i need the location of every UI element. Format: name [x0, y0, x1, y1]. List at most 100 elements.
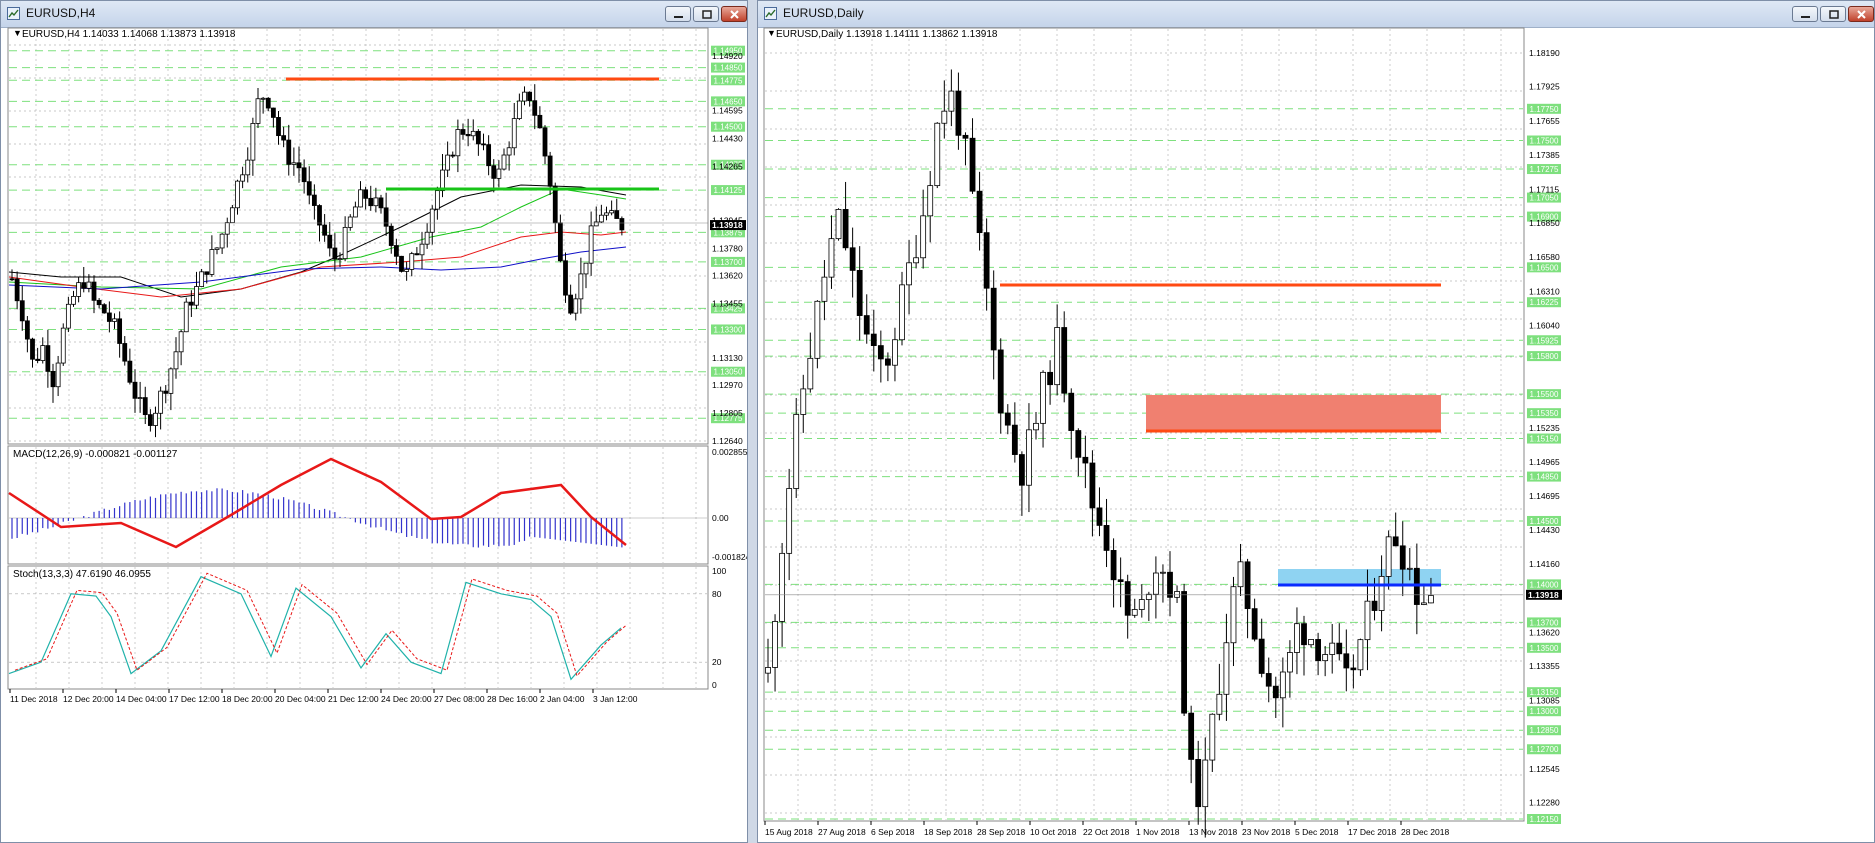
- price-scale-label: 1.14160: [1529, 559, 1560, 569]
- h4-chart-canvas[interactable]: 1.149501.148501.147751.146501.145001.142…: [1, 27, 748, 843]
- price-scale-label: 1.13355: [1529, 661, 1560, 671]
- price-scale-label: 1.14695: [1529, 491, 1560, 501]
- candlestick: [1096, 507, 1103, 526]
- candlestick: [1209, 713, 1216, 761]
- candlestick: [14, 278, 20, 302]
- candlestick: [568, 294, 574, 314]
- candlestick: [800, 388, 807, 415]
- candlestick: [163, 390, 169, 394]
- candlestick: [920, 215, 927, 259]
- candlestick: [583, 262, 589, 275]
- level-tag-label: 1.12850: [1530, 726, 1559, 735]
- price-scale-label: 1.12545: [1529, 764, 1560, 774]
- candlestick: [291, 162, 297, 165]
- chart-window-icon: [7, 7, 20, 20]
- stoch-scale-label: 20: [712, 657, 722, 667]
- candlestick: [962, 134, 969, 139]
- macd-pane[interactable]: [7, 445, 709, 565]
- candlestick: [835, 209, 842, 240]
- candlestick: [106, 312, 112, 322]
- candlestick: [1428, 595, 1434, 604]
- maximize-button[interactable]: [1820, 6, 1846, 22]
- candlestick: [378, 197, 384, 209]
- candlestick: [50, 371, 56, 388]
- candlestick: [434, 190, 440, 210]
- time-axis-label: 21 Dec 12:00: [328, 694, 379, 704]
- candlestick: [547, 155, 553, 187]
- candlestick: [906, 262, 912, 286]
- minimize-button[interactable]: [1792, 6, 1818, 22]
- candlestick: [281, 135, 287, 141]
- header-arrow-icon[interactable]: ▼: [767, 28, 776, 38]
- candlestick: [276, 117, 281, 137]
- price-scale-label: 1.13620: [712, 270, 743, 280]
- candlestick: [9, 278, 15, 281]
- time-axis-label: 17 Dec 12:00: [169, 694, 220, 704]
- candlestick: [1392, 536, 1399, 547]
- price-scale-label: 1.16310: [1529, 286, 1560, 296]
- candlestick: [358, 189, 363, 208]
- candlestick: [465, 133, 471, 137]
- candlestick: [1294, 623, 1300, 653]
- price-scale-label: 1.14595: [712, 106, 743, 116]
- price-scale-label: 1.13085: [1529, 695, 1560, 705]
- candlestick: [311, 194, 317, 206]
- candlestick: [522, 91, 527, 102]
- resistance-zone[interactable]: [1146, 395, 1441, 431]
- window-titlebar[interactable]: EURUSD,H4: [1, 1, 747, 28]
- minimize-button[interactable]: [665, 6, 691, 22]
- candlestick: [573, 298, 579, 314]
- candlestick: [76, 282, 82, 297]
- candlestick: [250, 123, 256, 161]
- chart-window-eurusd-daily[interactable]: EURUSD,Daily 1.17750 1.17500 1.17275 1.1705…: [757, 0, 1875, 843]
- candlestick: [270, 107, 276, 118]
- level-tag-label: 1.13000: [1530, 707, 1559, 716]
- level-tag-label: 1.13300: [714, 325, 743, 334]
- candlestick: [373, 197, 379, 207]
- candlestick: [828, 238, 835, 278]
- close-icon: [730, 10, 739, 19]
- header-arrow-icon[interactable]: ▼: [13, 28, 22, 38]
- candlestick: [286, 139, 292, 165]
- price-scale-label: 1.13455: [712, 298, 743, 308]
- candlestick: [1181, 591, 1188, 714]
- price-pane[interactable]: [7, 27, 709, 445]
- level-tag-label: 1.17050: [1530, 194, 1559, 203]
- candlestick: [229, 207, 235, 224]
- maximize-button[interactable]: [693, 6, 719, 22]
- candlestick: [506, 147, 512, 156]
- close-button[interactable]: [1848, 6, 1874, 22]
- stoch-label: Stoch(13,3,3) 47.6190 46.0955: [13, 569, 151, 580]
- candlestick: [527, 91, 533, 102]
- candlestick: [1089, 462, 1096, 509]
- candlestick: [1230, 586, 1237, 644]
- candlestick: [1406, 567, 1413, 570]
- macd-label: MACD(12,26,9) -0.000821 -0.001127: [13, 449, 178, 460]
- candlestick: [424, 231, 430, 245]
- restore-icon: [1829, 10, 1839, 19]
- time-axis-label: 20 Dec 04:00: [275, 694, 326, 704]
- candlestick: [153, 412, 158, 426]
- window-titlebar[interactable]: EURUSD,Daily: [758, 1, 1874, 28]
- minimize-icon: [1801, 16, 1810, 18]
- candlestick: [1011, 424, 1018, 455]
- time-axis-label: 1 Nov 2018: [1136, 827, 1180, 837]
- candlestick: [884, 358, 891, 366]
- candlestick: [1061, 327, 1068, 394]
- level-tag-label: 1.17750: [1530, 105, 1559, 114]
- candlestick: [486, 144, 492, 167]
- candlestick: [537, 114, 543, 129]
- candlestick: [542, 127, 548, 157]
- stoch-pane[interactable]: [7, 565, 709, 690]
- price-scale-label: 1.14430: [712, 134, 743, 144]
- price-scale-label: 1.13130: [712, 353, 743, 363]
- candlestick: [470, 130, 476, 137]
- candlestick: [173, 351, 179, 370]
- minimize-icon: [674, 16, 683, 18]
- close-button[interactable]: [721, 6, 747, 22]
- candlestick: [1054, 327, 1061, 386]
- chart-window-eurusd-h4[interactable]: EURUSD,H4 1.14950 1.14850 1.14775 1.14650 1.…: [0, 0, 748, 843]
- time-axis-label: 11 Dec 2018: [10, 694, 58, 704]
- candlestick: [552, 185, 558, 224]
- daily-chart-canvas[interactable]: 1.177501.175001.172751.170501.169001.165…: [758, 27, 1875, 843]
